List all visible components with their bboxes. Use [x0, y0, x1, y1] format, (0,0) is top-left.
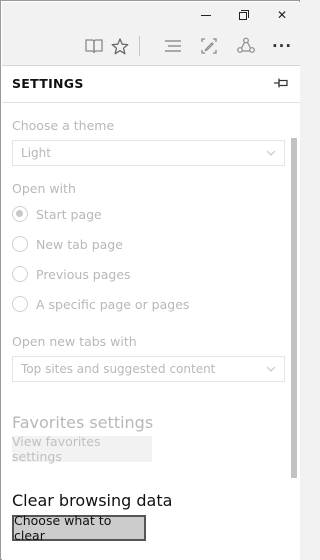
radio-button[interactable] — [12, 296, 28, 312]
more-icon: ··· — [271, 37, 293, 55]
title-bar: ✕ — [2, 2, 300, 28]
radio-new-tab-page[interactable]: New tab page — [12, 234, 123, 254]
new-tabs-select-value: Top sites and suggested content — [21, 362, 216, 376]
new-tabs-select[interactable]: Top sites and suggested content — [12, 356, 285, 382]
header-divider — [2, 102, 300, 103]
radio-label: A specific page or pages — [36, 296, 190, 312]
toolbar: ··· — [2, 28, 300, 65]
toolbar-separator — [139, 36, 140, 56]
favorite-button[interactable] — [106, 33, 134, 59]
theme-select[interactable]: Light — [12, 140, 285, 166]
radio-button[interactable] — [12, 236, 28, 252]
more-button[interactable]: ··· — [268, 33, 296, 59]
close-button[interactable]: ✕ — [264, 2, 300, 28]
chevron-down-icon — [266, 366, 276, 372]
clear-browsing-data-title: Clear browsing data — [12, 491, 173, 510]
restore-button[interactable] — [226, 2, 262, 28]
settings-header: SETTINGS — [12, 76, 84, 91]
radio-label: Previous pages — [36, 266, 131, 282]
radio-label: New tab page — [36, 236, 123, 252]
share-icon — [237, 37, 255, 53]
new-tabs-label: Open new tabs with — [12, 334, 137, 349]
theme-label: Choose a theme — [12, 118, 115, 133]
radio-start-page[interactable]: Start page — [12, 204, 102, 224]
minimize-icon — [201, 14, 211, 16]
radio-previous-pages[interactable]: Previous pages — [12, 264, 131, 284]
restore-icon — [239, 10, 249, 20]
web-note-button[interactable] — [195, 33, 223, 59]
reading-view-icon — [85, 39, 103, 54]
chevron-down-icon — [266, 150, 276, 156]
pin-icon[interactable] — [274, 77, 288, 89]
share-button[interactable] — [232, 33, 260, 59]
radio-button[interactable] — [12, 266, 28, 282]
hub-icon — [165, 40, 181, 52]
reading-view-button[interactable] — [80, 33, 108, 59]
view-favorites-settings-button[interactable]: View favorites settings — [12, 434, 152, 464]
favorites-settings-title: Favorites settings — [12, 413, 154, 432]
theme-select-value: Light — [21, 146, 51, 160]
scrollbar-thumb[interactable] — [291, 138, 297, 478]
hub-button[interactable] — [159, 33, 187, 59]
radio-specific-pages[interactable]: A specific page or pages — [12, 294, 189, 314]
web-note-icon — [201, 38, 217, 54]
open-with-label: Open with — [12, 181, 76, 196]
choose-what-to-clear-button[interactable]: Choose what to clear — [12, 513, 146, 543]
close-icon: ✕ — [276, 8, 288, 22]
radio-label: Start page — [36, 206, 102, 222]
settings-pane: SETTINGS Choose a theme Light Open with … — [2, 65, 300, 560]
browser-window: ✕ ··· SETTINGS Choose a theme Light Open… — [0, 0, 300, 560]
minimize-button[interactable] — [188, 2, 224, 28]
radio-button[interactable] — [12, 206, 28, 222]
favorite-star-icon — [111, 37, 129, 54]
